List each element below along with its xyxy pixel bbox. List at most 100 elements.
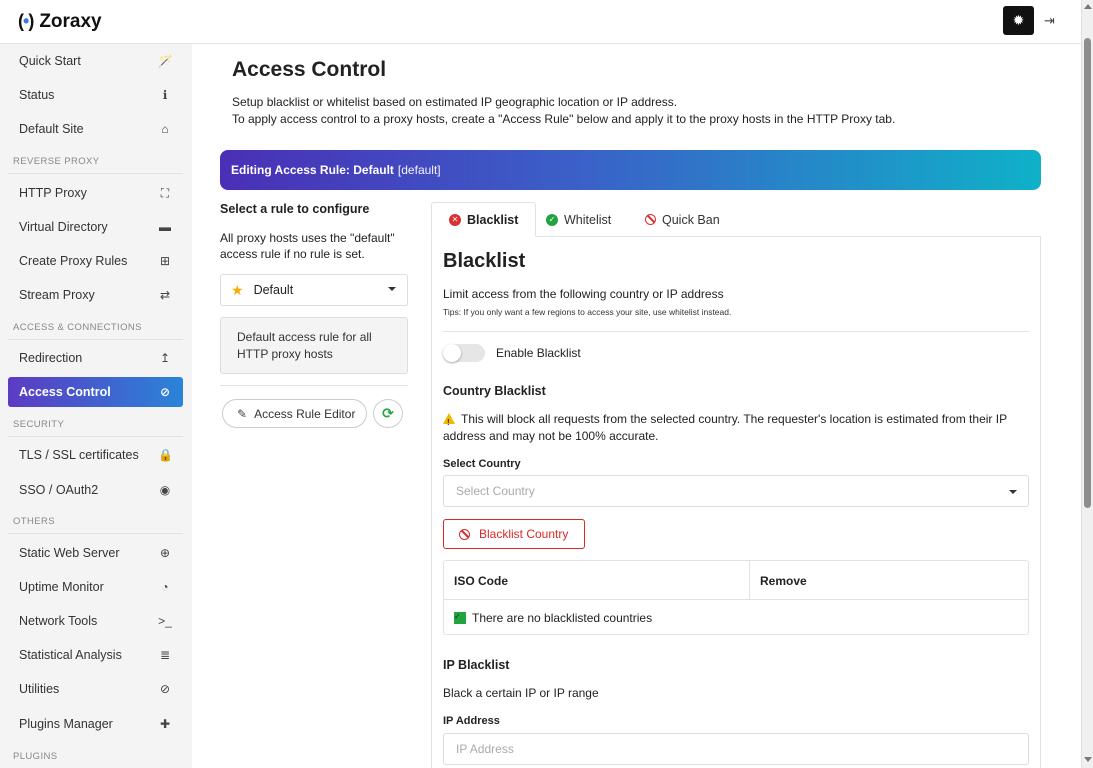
ip-blacklist-text: Black a certain IP or IP range (443, 686, 599, 700)
access-rule-editor-button[interactable]: ✎ Access Rule Editor (222, 399, 367, 428)
sidebar-section-others: OTHERS (13, 516, 55, 527)
page-description-line2: To apply access control to a proxy hosts… (232, 112, 896, 126)
blacklist-country-button[interactable]: Blacklist Country (443, 519, 585, 549)
sidebar-item-redirection[interactable]: Redirection ↥ (8, 343, 183, 373)
theme-toggle-button[interactable]: ✹ (1003, 6, 1034, 35)
zoraxy-logo-icon: (•) (18, 11, 34, 31)
sidebar-item-label: Statistical Analysis (19, 648, 122, 662)
enable-blacklist-label: Enable Blacklist (496, 346, 581, 360)
main-content: Access Control Setup blacklist or whitel… (192, 44, 1081, 768)
blacklist-tips: Tips: If you only want a few regions to … (443, 307, 732, 317)
folder-icon: ▬ (159, 220, 171, 234)
tab-blacklist[interactable]: ✕ Blacklist (431, 202, 537, 237)
times-circle-icon: ✕ (449, 213, 461, 226)
sidebar-item-create-proxy-rules[interactable]: Create Proxy Rules ⊞ (8, 246, 183, 276)
sidebar-item-label: Default Site (19, 122, 84, 136)
info-icon: ℹ (162, 88, 168, 102)
sidebar-item-label: Stream Proxy (19, 288, 95, 302)
sidebar-item-label: Status (19, 88, 55, 102)
country-blacklist-heading: Country Blacklist (443, 384, 546, 398)
select-country-dropdown[interactable]: Select Country (443, 475, 1029, 507)
ip-address-input[interactable]: IP Address (443, 733, 1029, 765)
scroll-down-icon[interactable] (1084, 757, 1092, 762)
database-icon: ≣ (159, 648, 171, 662)
sidebar: Quick Start 🪄 Status ℹ Default Site ⌂ RE… (0, 44, 192, 768)
sidebar-item-label: Uptime Monitor (19, 580, 104, 594)
banner-rule-id: [default] (397, 163, 441, 177)
sidebar-item-plugins-manager[interactable]: Plugins Manager ✚ (8, 709, 183, 739)
sidebar-item-label: TLS / SSL certificates (19, 448, 139, 462)
clock-icon: ◔ (161, 580, 169, 594)
select-country-label: Select Country (443, 458, 521, 470)
refresh-rules-button[interactable]: ⟳ (373, 399, 403, 428)
sidebar-item-access-control[interactable]: Access Control ⊘ (8, 377, 183, 407)
exchange-icon: ⇄ (159, 288, 171, 302)
select-country-placeholder: Select Country (456, 484, 535, 498)
sidebar-item-default-site[interactable]: Default Site ⌂ (8, 114, 183, 144)
editing-rule-banner: Editing Access Rule: Default [default] (220, 150, 1041, 190)
divider (443, 331, 1029, 332)
sidebar-item-label: Create Proxy Rules (19, 254, 128, 268)
sidebar-item-status[interactable]: Status ℹ (8, 80, 183, 110)
sidebar-item-statistical-analysis[interactable]: Statistical Analysis ≣ (8, 640, 183, 670)
sidebar-item-quick-start[interactable]: Quick Start 🪄 (8, 46, 183, 76)
sidebar-item-label: Plugins Manager (19, 717, 113, 731)
blacklist-country-label: Blacklist Country (479, 527, 569, 541)
sidebar-item-label: Utilities (19, 682, 60, 696)
table-row: ✓ There are no blacklisted countries (454, 611, 652, 625)
ip-address-placeholder: IP Address (456, 742, 514, 756)
scroll-up-icon[interactable] (1084, 4, 1092, 9)
refresh-icon: ⟳ (382, 405, 394, 421)
sidebar-item-utilities[interactable]: Utilities ⊘ (8, 674, 183, 704)
sidebar-item-virtual-directory[interactable]: Virtual Directory ▬ (8, 212, 183, 242)
sidebar-item-label: Quick Start (19, 54, 81, 68)
ip-blacklist-heading: IP Blacklist (443, 658, 510, 672)
sidebar-item-tls-ssl[interactable]: TLS / SSL certificates 🔒 (8, 440, 183, 470)
sidebar-item-label: SSO / OAuth2 (19, 483, 99, 497)
terminal-icon: >_ (158, 614, 172, 628)
tab-whitelist[interactable]: ✓ Whitelist (546, 202, 611, 237)
ban-icon (459, 528, 470, 540)
ip-address-label: IP Address (443, 715, 500, 727)
plus-square-icon: ⊞ (159, 254, 171, 268)
sidebar-item-static-web-server[interactable]: Static Web Server ⊕ (8, 538, 183, 568)
user-circle-icon: ◉ (159, 483, 171, 497)
tab-whitelist-label: Whitelist (564, 212, 612, 227)
divider (220, 385, 408, 386)
app-logo[interactable]: (•) Zoraxy (18, 11, 102, 33)
puzzle-icon: ✚ (159, 717, 171, 731)
rule-dropdown[interactable]: ★ Default (220, 274, 408, 306)
sidebar-item-uptime-monitor[interactable]: Uptime Monitor ◔ (8, 572, 183, 602)
sidebar-divider (8, 436, 183, 437)
paperclip-icon: ⊘ (159, 682, 171, 696)
tab-quick-ban[interactable]: Quick Ban (645, 202, 720, 237)
page-title: Access Control (232, 58, 387, 81)
sidebar-section-security: SECURITY (13, 419, 65, 430)
sidebar-item-label: Virtual Directory (19, 220, 108, 234)
banner-title: Editing Access Rule: Default (231, 163, 394, 177)
sidebar-item-http-proxy[interactable]: HTTP Proxy ⛶ (8, 178, 183, 208)
sidebar-item-sso-oauth2[interactable]: SSO / OAuth2 ◉ (8, 475, 183, 505)
logout-icon[interactable]: ⇥ (1044, 13, 1055, 29)
country-warning-text: This will block all requests from the se… (443, 412, 1007, 443)
scroll-thumb[interactable] (1084, 38, 1091, 508)
blacklist-limit-text: Limit access from the following country … (443, 287, 724, 301)
globe-icon: ⊕ (159, 546, 171, 560)
sidebar-section-plugins: PLUGINS (13, 751, 58, 762)
table-header: ISO Code Remove (444, 561, 1028, 600)
rule-select-title: Select a rule to configure (220, 202, 370, 216)
ban-icon: ⊘ (159, 385, 171, 399)
lock-icon: 🔒 (158, 448, 173, 462)
caret-down-icon (1009, 490, 1017, 494)
enable-blacklist-toggle[interactable] (443, 344, 485, 362)
sidebar-section-access-connections: ACCESS & CONNECTIONS (13, 322, 142, 333)
page-scrollbar[interactable] (1081, 0, 1093, 768)
sidebar-item-label: Access Control (19, 385, 111, 399)
country-blacklist-table: ISO Code Remove ✓ There are no blacklist… (443, 560, 1029, 635)
warning-icon (443, 413, 455, 431)
sidebar-divider (8, 339, 183, 340)
column-divider (749, 561, 750, 600)
magic-wand-icon: 🪄 (158, 54, 173, 68)
sidebar-item-stream-proxy[interactable]: Stream Proxy ⇄ (8, 280, 183, 310)
sidebar-item-network-tools[interactable]: Network Tools >_ (8, 606, 183, 636)
